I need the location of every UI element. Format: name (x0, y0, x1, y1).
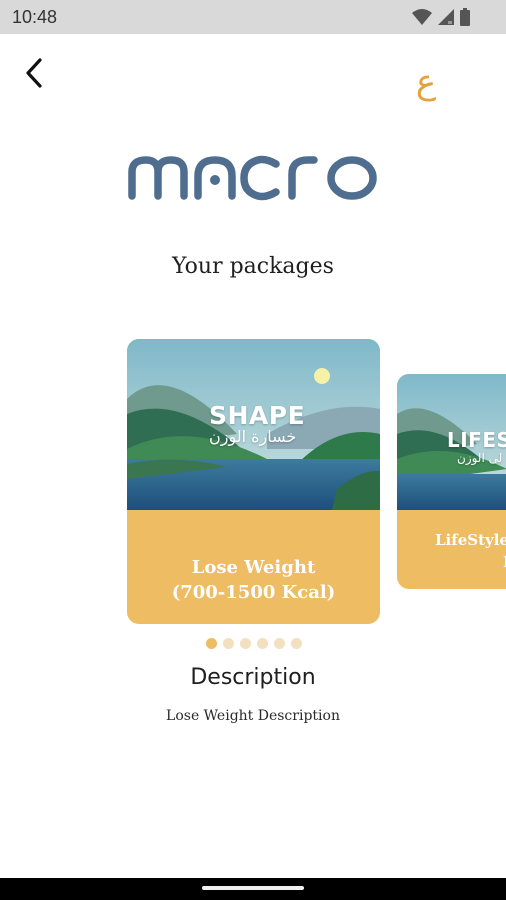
status-bar: 10:48 (0, 0, 506, 34)
wifi-icon (412, 9, 432, 25)
description-heading: Description (190, 665, 316, 690)
package-name: Lose Weight (700-1500 Kcal) (127, 555, 380, 605)
package-image-subtitle: لى الوزن (457, 451, 503, 465)
status-icons (412, 8, 470, 26)
pagination-dots (206, 638, 302, 649)
page-title: Your packages (172, 254, 334, 279)
description-text: Lose Weight Description (166, 708, 340, 724)
system-navigation-bar (0, 878, 506, 900)
package-name: LifeStyle ( Ka (435, 529, 506, 573)
pagination-dot[interactable] (206, 638, 217, 649)
package-image: LIFES لى الوزن (397, 374, 506, 510)
pagination-dot[interactable] (257, 638, 268, 649)
pagination-dot[interactable] (240, 638, 251, 649)
package-card-lifestyle[interactable]: LIFES لى الوزن LifeStyle ( Ka (397, 374, 506, 589)
language-toggle-button[interactable]: ع (408, 60, 444, 104)
package-image-title: SHAPE (209, 401, 306, 430)
package-name-line1: LifeStyle ( (435, 531, 506, 549)
cellular-signal-icon (438, 9, 454, 25)
package-image-title: LIFES (447, 428, 506, 452)
package-image-subtitle: خسارة الوزن (209, 427, 297, 446)
home-indicator[interactable] (202, 886, 304, 890)
pagination-dot[interactable] (274, 638, 285, 649)
pagination-dot[interactable] (223, 638, 234, 649)
back-button[interactable] (16, 54, 52, 92)
back-arrow-icon (16, 58, 52, 96)
app-screen: 10:48 ع macro Your packages SHAPE خسارة … (0, 0, 506, 900)
battery-icon (460, 8, 470, 26)
package-card-shape[interactable]: SHAPE خسارة الوزن Lose Weight (700-1500 … (127, 339, 380, 624)
logo-text: macro (126, 150, 129, 151)
package-name-line2: Ka (435, 551, 506, 573)
pagination-dot[interactable] (291, 638, 302, 649)
status-time: 10:48 (12, 7, 58, 27)
macro-logo: macro (126, 150, 380, 202)
package-name-line2: (700-1500 Kcal) (171, 582, 336, 603)
package-image: SHAPE خسارة الوزن (127, 339, 380, 510)
package-name-line1: Lose Weight (191, 557, 316, 578)
